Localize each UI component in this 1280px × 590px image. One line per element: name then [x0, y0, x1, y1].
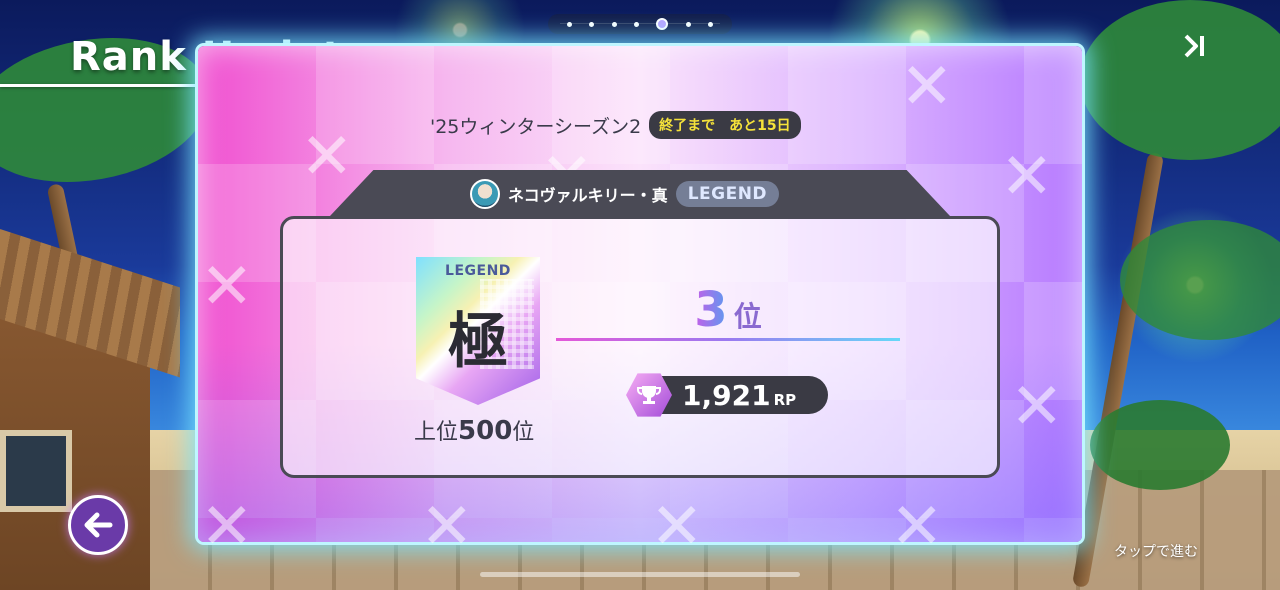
rating-points: 1,921 RP	[682, 379, 796, 412]
watermark-x: ✕	[900, 50, 954, 124]
season-name: '25ウィンターシーズン2	[430, 115, 642, 138]
pager-dot	[566, 21, 572, 27]
tier-emblem: LEGEND 極	[416, 257, 540, 405]
watermark-x: ✕	[420, 490, 474, 564]
tier-rank-number: 500	[458, 416, 513, 446]
placement: 3位	[556, 282, 900, 338]
bush	[1090, 400, 1230, 490]
character-info: ネコヴァルキリー・真 LEGEND	[470, 178, 780, 210]
pager-dot	[685, 21, 691, 27]
placement-suffix: 位	[733, 300, 762, 333]
home-indicator	[480, 572, 800, 577]
character-avatar	[470, 179, 500, 209]
watermark-x: ✕	[650, 490, 704, 564]
placement-underline	[556, 338, 900, 341]
tap-to-continue-hint[interactable]: タップで進む	[1114, 541, 1198, 561]
watermark-x: ✕	[200, 490, 254, 564]
pager-dot	[708, 21, 714, 27]
trophy-glyph	[637, 386, 661, 404]
skip-forward-icon	[1184, 34, 1204, 58]
placement-number: 3	[694, 282, 728, 338]
back-arrow-icon	[84, 512, 113, 538]
tier-rank-prefix: 上位	[414, 420, 459, 445]
rating-points-value: 1,921	[682, 379, 771, 412]
character-name: ネコヴァルキリー・真	[508, 186, 668, 205]
watermark-x: ✕	[890, 490, 944, 564]
watermark-x: ✕	[1010, 370, 1064, 444]
watermark-x: ✕	[1000, 140, 1054, 214]
pager-dot	[589, 21, 595, 27]
pager-dot	[633, 21, 639, 27]
tier-rank-text: 上位500位	[414, 414, 534, 446]
pager-dot-active	[656, 18, 669, 30]
season-header: '25ウィンターシーズン2 終了まで あと15日	[430, 110, 801, 140]
rating-points-unit: RP	[773, 391, 797, 409]
tier-kanji: 極	[448, 307, 508, 377]
page-indicator	[548, 14, 732, 34]
skip-button[interactable]	[1180, 32, 1214, 60]
watermark-x: ✕	[300, 120, 354, 194]
watermark-x: ✕	[200, 250, 254, 324]
palm-leaves	[1080, 0, 1280, 160]
season-remaining-badge: 終了まで あと15日	[649, 111, 801, 139]
pager-dot	[611, 21, 617, 27]
tier-rank-suffix: 位	[512, 420, 535, 445]
tier-label: LEGEND	[445, 263, 511, 279]
back-button[interactable]	[68, 495, 128, 555]
rank-card	[280, 216, 1000, 478]
character-rank-badge: LEGEND	[675, 181, 780, 207]
hut-window	[0, 430, 72, 512]
